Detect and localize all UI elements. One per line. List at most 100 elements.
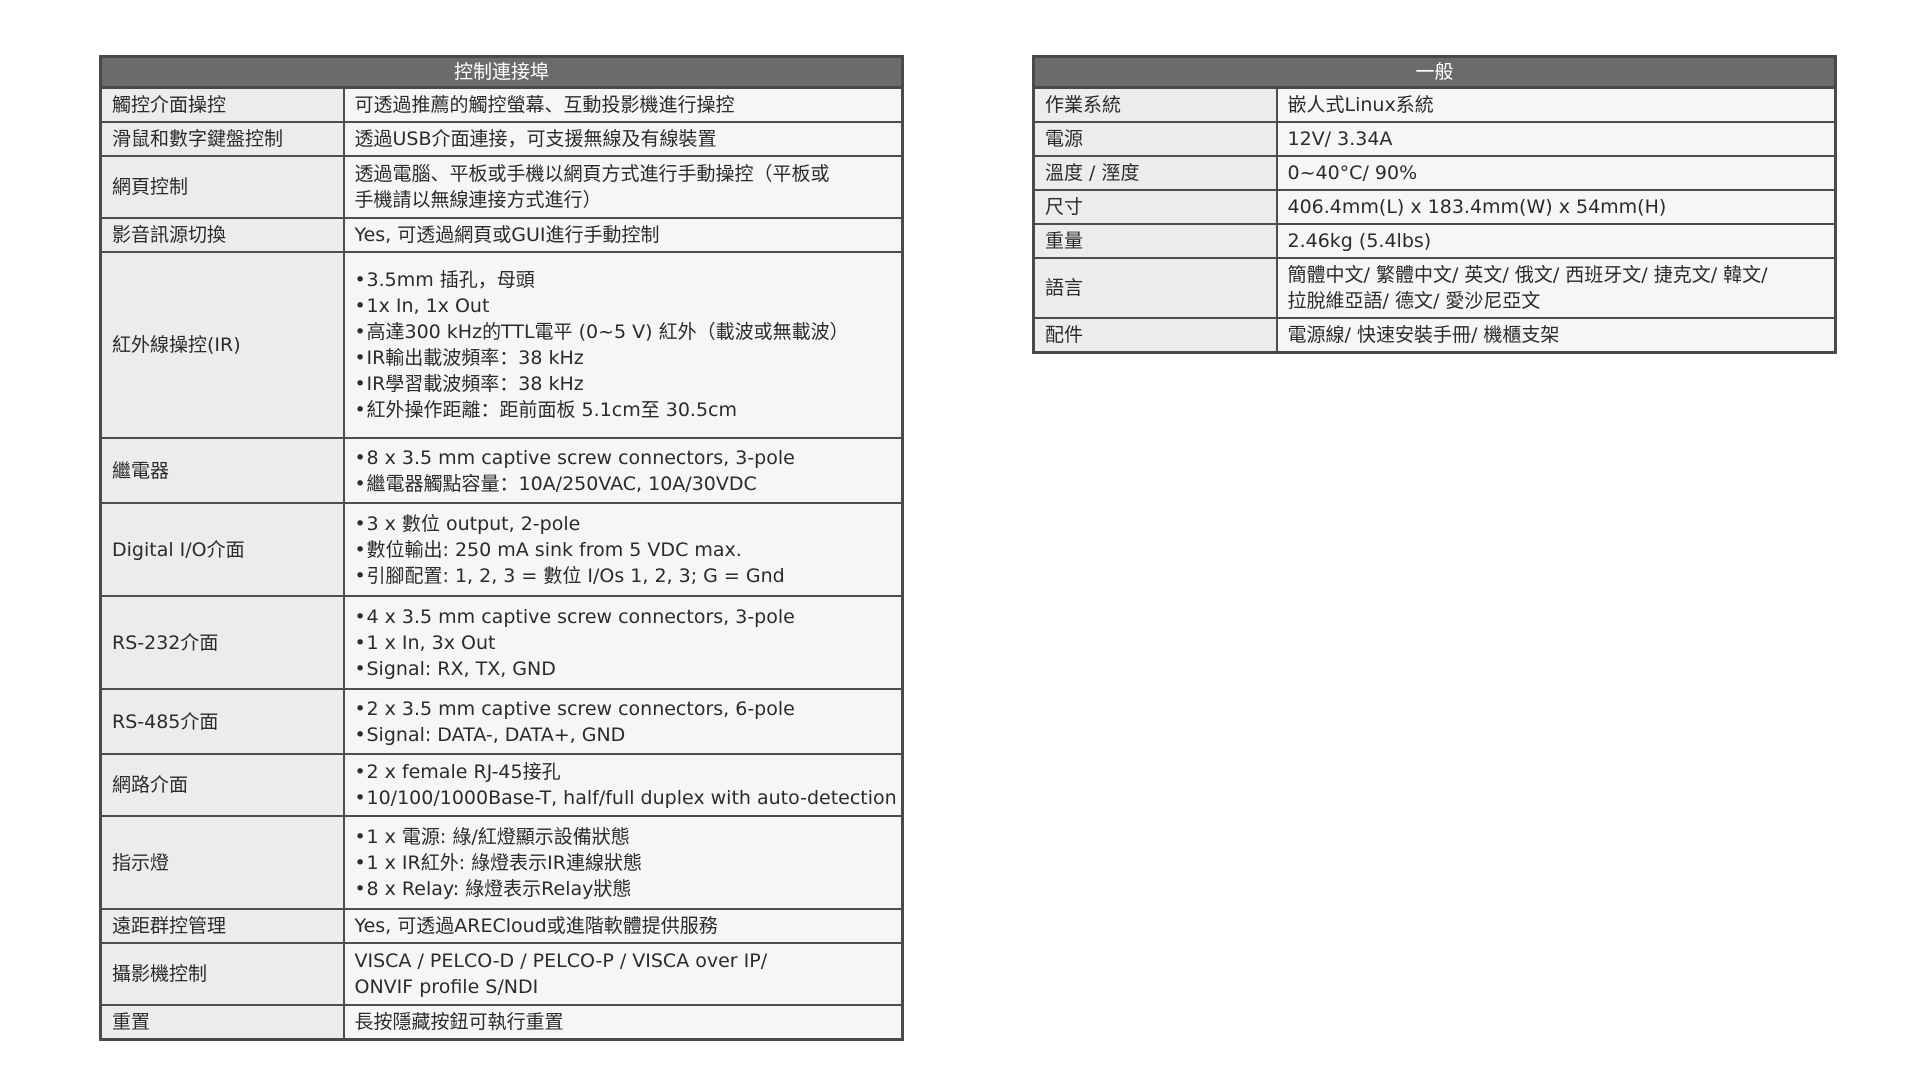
list-item: •引腳配置: 1, 2, 3 = 數位 I/Os 1, 2, 3; G = Gn… <box>355 563 892 589</box>
row-label: RS-232介面 <box>99 595 345 690</box>
row-value: 2.46kg (5.4lbs) <box>1275 223 1837 259</box>
bullet-dot-icon: • <box>354 472 366 495</box>
table-header-row: 一般 <box>1032 55 1837 89</box>
row-value: Yes, 可透過網頁或GUI進行手動控制 <box>342 217 904 253</box>
list-item: •2 x female RJ-45接孔 <box>355 759 892 785</box>
row-label: 電源 <box>1032 121 1278 157</box>
row-value: 可透過推薦的觸控螢幕、互動投影機進行操控 <box>342 86 904 123</box>
bullet-dot-icon: • <box>354 697 366 720</box>
table-row: 影音訊源切換 Yes, 可透過網頁或GUI進行手動控制 <box>99 217 904 253</box>
list-item-text: 10/100/1000Base-T, half/full duplex with… <box>366 787 897 809</box>
list-item: •Signal: DATA-, DATA+, GND <box>355 722 892 748</box>
bullet-dot-icon: • <box>354 657 366 680</box>
row-label: Digital I/O介面 <box>99 502 345 597</box>
bullet-dot-icon: • <box>354 851 366 874</box>
bullet-dot-icon: • <box>354 877 366 900</box>
value-line: VISCA / PELCO-D / PELCO-P / VISCA over I… <box>354 950 768 972</box>
list-item-text: 1 x 電源: 綠/紅燈顯示設備狀態 <box>366 825 630 848</box>
bullet-dot-icon: • <box>354 825 366 848</box>
bullet-dot-icon: • <box>354 373 366 395</box>
row-label: 遠距群控管理 <box>99 908 345 944</box>
list-item: •1 x In, 3x Out <box>355 630 892 656</box>
table-row: 作業系統 嵌人式Linux系統 <box>1032 86 1837 123</box>
bullet-dot-icon: • <box>354 631 366 654</box>
list-item: •Signal: RX, TX, GND <box>355 656 892 682</box>
bullet-list: •8 x 3.5 mm captive screw connectors, 3-… <box>355 445 892 497</box>
table-row: RS-232介面 •4 x 3.5 mm captive screw connec… <box>99 595 904 690</box>
bullet-dot-icon: • <box>354 761 366 783</box>
list-item: •IR輸出載波頻率：38 kHz <box>355 345 892 371</box>
value-line: 嵌人式Linux系統 <box>1287 94 1434 116</box>
list-item: •4 x 3.5 mm captive screw connectors, 3-… <box>355 604 892 630</box>
control-table-body: 觸控介面操控 可透過推薦的觸控螢幕、互動投影機進行操控 滑鼠和數字鍵盤控制 透過USB… <box>99 86 904 1041</box>
row-label: 網路介面 <box>99 753 345 817</box>
value-line: ONVIF profile S/NDI <box>354 976 539 998</box>
value-line: 簡體中文/ 繁體中文/ 英文/ 俄文/ 西班牙文/ 捷克文/ 韓文/ <box>1287 264 1768 286</box>
bullet-dot-icon: • <box>354 723 366 746</box>
table-row: RS-485介面 •2 x 3.5 mm captive screw connec… <box>99 688 904 755</box>
value-line: 406.4mm(L) x 183.4mm(W) x 54mm(H) <box>1287 196 1667 218</box>
list-item: •10/100/1000Base-T, half/full duplex wit… <box>354 785 897 811</box>
bullet-list: •2 x 3.5 mm captive screw connectors, 6-… <box>355 696 892 748</box>
table-row: 溫度 / 溼度 0~40°C/ 90% <box>1032 155 1837 191</box>
list-item: •1 x 電源: 綠/紅燈顯示設備狀態 <box>355 824 892 850</box>
row-value: 透過電腦、平板或手機以網頁方式進行手動操控（平板或 手機請以無線連接方式進行） <box>342 155 904 219</box>
list-item-text: 8 x 3.5 mm captive screw connectors, 3-p… <box>366 446 795 469</box>
table-row: 觸控介面操控 可透過推薦的觸控螢幕、互動投影機進行操控 <box>99 86 904 123</box>
value-line: 電源線/ 快速安裝手冊/ 機櫃支架 <box>1287 324 1560 346</box>
row-value: •2 x female RJ-45接孔 •10/100/1000Base-T, h… <box>342 753 904 817</box>
row-label: 攝影機控制 <box>99 942 345 1006</box>
value-line: 透過電腦、平板或手機以網頁方式進行手動操控（平板或 <box>354 163 830 185</box>
bullet-list: •3.5mm 插孔，母頭 •1x In, 1x Out •高達300 kHz的TTL… <box>355 267 892 423</box>
bullet-list: •3 x 數位 output, 2-pole •數位輸出: 250 mA sink… <box>355 511 892 589</box>
list-item-text: 數位輸出: 250 mA sink from 5 VDC max. <box>366 538 742 561</box>
list-item-text: Signal: DATA-, DATA+, GND <box>366 723 626 746</box>
value-line: 可透過推薦的觸控螢幕、互動投影機進行操控 <box>354 94 735 116</box>
value-line: 0~40°C/ 90% <box>1287 162 1418 184</box>
row-label: 溫度 / 溼度 <box>1032 155 1278 191</box>
row-value: 406.4mm(L) x 183.4mm(W) x 54mm(H) <box>1275 189 1837 225</box>
value-line: 12V/ 3.34A <box>1287 128 1393 150</box>
bullet-list: •1 x 電源: 綠/紅燈顯示設備狀態 •1 x IR紅外: 綠燈表示IR連線狀態… <box>355 824 892 902</box>
list-item: •IR學習載波頻率：38 kHz <box>355 371 892 397</box>
row-value: 透過USB介面連接，可支援無線及有線裝置 <box>342 121 904 157</box>
table-row: Digital I/O介面 •3 x 數位 output, 2-pole •數位輸出… <box>99 502 904 597</box>
table-row: 電源 12V/ 3.34A <box>1032 121 1837 157</box>
row-value: •2 x 3.5 mm captive screw connectors, 6-… <box>342 688 904 755</box>
bullet-dot-icon: • <box>354 605 366 628</box>
list-item: •3 x 數位 output, 2-pole <box>355 511 892 537</box>
table-row: 重量 2.46kg (5.4lbs) <box>1032 223 1837 259</box>
list-item-text: 高達300 kHz的TTL電平 (0~5 V) 紅外（載波或無載波） <box>366 321 849 343</box>
bullet-dot-icon: • <box>354 538 366 561</box>
row-value: 嵌人式Linux系統 <box>1275 86 1837 123</box>
row-value: 電源線/ 快速安裝手冊/ 機櫃支架 <box>1275 317 1837 354</box>
value-line: Yes, 可透過網頁或GUI進行手動控制 <box>354 224 660 246</box>
table-row: 攝影機控制 VISCA / PELCO-D / PELCO-P / VISCA o… <box>99 942 904 1006</box>
row-value: •1 x 電源: 綠/紅燈顯示設備狀態 •1 x IR紅外: 綠燈表示IR連線狀態… <box>342 815 904 910</box>
value-line: 手機請以無線連接方式進行） <box>354 189 602 211</box>
bullet-list: •4 x 3.5 mm captive screw connectors, 3-… <box>355 604 892 682</box>
row-label: 網頁控制 <box>99 155 345 219</box>
table-title: 控制連接埠 <box>99 55 904 89</box>
list-item-text: 繼電器觸點容量：10A/250VAC, 10A/30VDC <box>366 472 757 495</box>
list-item-text: 4 x 3.5 mm captive screw connectors, 3-p… <box>366 605 795 628</box>
row-label: 繼電器 <box>99 437 345 504</box>
list-item-text: 1 x IR紅外: 綠燈表示IR連線狀態 <box>366 851 642 874</box>
row-label: 觸控介面操控 <box>99 86 345 123</box>
list-item-text: 1 x In, 3x Out <box>366 631 496 654</box>
row-label: 影音訊源切換 <box>99 217 345 253</box>
row-label: 配件 <box>1032 317 1278 354</box>
row-label: 重量 <box>1032 223 1278 259</box>
table-row: 配件 電源線/ 快速安裝手冊/ 機櫃支架 <box>1032 317 1837 354</box>
table-header-row: 控制連接埠 <box>99 55 904 89</box>
list-item: •8 x Relay: 綠燈表示Relay狀態 <box>355 876 892 902</box>
bullet-dot-icon: • <box>354 321 366 343</box>
row-label: 尺寸 <box>1032 189 1278 225</box>
bullet-dot-icon: • <box>354 787 366 809</box>
list-item-text: IR輸出載波頻率：38 kHz <box>366 347 584 369</box>
row-value: •3.5mm 插孔，母頭 •1x In, 1x Out •高達300 kHz的TTL… <box>342 251 904 439</box>
table-row: 網路介面 •2 x female RJ-45接孔 •10/100/1000Base-… <box>99 753 904 817</box>
row-value: 長按隱藏按鈕可執行重置 <box>342 1004 904 1041</box>
list-item-text: Signal: RX, TX, GND <box>366 657 556 680</box>
row-value: 0~40°C/ 90% <box>1275 155 1837 191</box>
